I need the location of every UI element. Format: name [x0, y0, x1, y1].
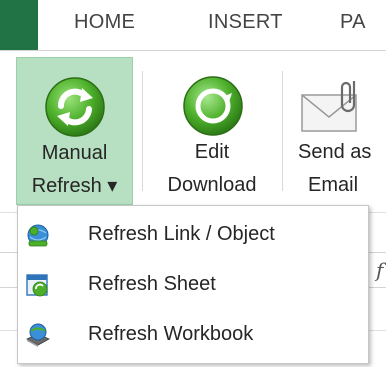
menu-item-refresh-link-object[interactable]: Refresh Link / Object	[18, 212, 368, 257]
tab-insert[interactable]: INSERT	[208, 11, 283, 34]
menu-item-label: Refresh Workbook	[88, 323, 254, 345]
menu-item-label: Refresh Sheet	[88, 273, 216, 295]
ribbon-separator	[282, 71, 283, 191]
send-as-email-label-1: Send as	[298, 141, 372, 163]
manual-refresh-dropdown-menu: Refresh Link / Object Refresh Sheet Refr…	[17, 205, 369, 364]
file-tab[interactable]	[0, 0, 38, 50]
ribbon-tab-bar: HOME INSERT PA	[0, 0, 386, 51]
envelope-attachment-icon	[301, 81, 357, 132]
manual-refresh-label-2: Refresh ▾	[31, 175, 118, 197]
edit-download-label-1: Edit	[194, 141, 230, 163]
manual-refresh-button[interactable]: Manual Refresh ▾	[16, 57, 133, 205]
ribbon-separator	[142, 71, 143, 191]
edit-download-button[interactable]: Edit Download	[152, 57, 272, 205]
send-as-email-button[interactable]: Send as Email	[290, 57, 386, 205]
edit-download-icon	[183, 76, 243, 136]
menu-item-refresh-sheet[interactable]: Refresh Sheet	[18, 262, 368, 307]
send-as-email-label-2: Email	[308, 174, 359, 196]
manual-refresh-label-1: Manual	[41, 142, 108, 164]
book-globe-icon	[26, 323, 50, 347]
tab-home[interactable]: HOME	[74, 11, 135, 34]
sheet-refresh-icon	[26, 274, 48, 297]
formula-fx-label: f	[376, 258, 384, 282]
edit-download-label-2: Download	[167, 174, 257, 196]
globe-person-icon	[27, 224, 49, 247]
refresh-icon	[45, 77, 105, 137]
menu-item-label: Refresh Link / Object	[88, 223, 275, 245]
tab-page-layout[interactable]: PA	[340, 11, 366, 34]
menu-item-refresh-workbook[interactable]: Refresh Workbook	[18, 312, 368, 357]
